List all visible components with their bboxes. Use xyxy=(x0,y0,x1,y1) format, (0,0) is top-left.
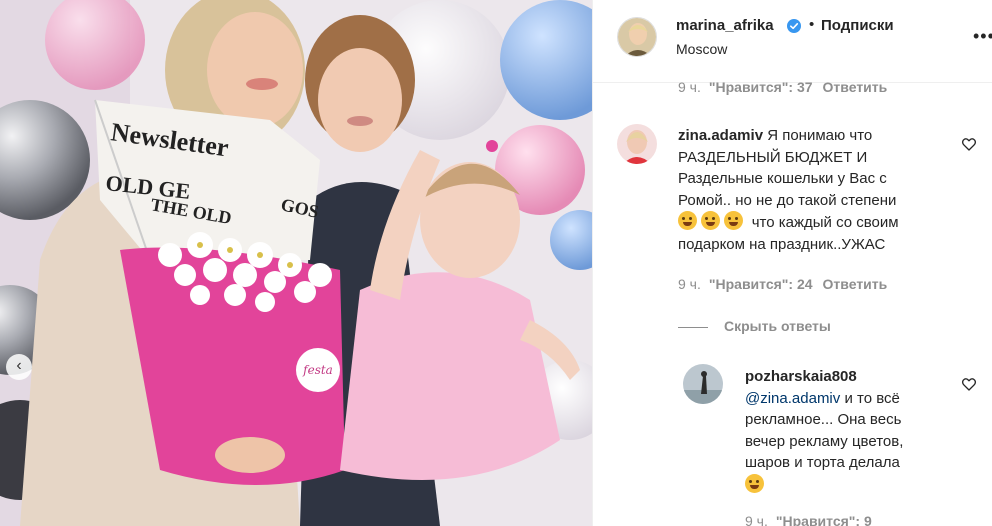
commenter-avatar[interactable] xyxy=(617,124,657,164)
replier-username[interactable]: pozharskaia808 xyxy=(745,368,857,385)
baby-dress xyxy=(340,272,560,480)
comment-likes[interactable]: "Нравится": 24 xyxy=(709,276,813,292)
replier-avatar[interactable] xyxy=(683,364,723,404)
comment-time[interactable]: 9 ч. xyxy=(678,79,701,95)
reply-meta: 9 ч. "Нравится": 9 xyxy=(745,513,872,526)
author-username[interactable]: marina_afrika xyxy=(676,17,774,34)
comment-likes[interactable]: "Нравится": 37 xyxy=(709,79,813,95)
like-comment-heart-icon[interactable] xyxy=(961,136,977,152)
post-side-panel: marina_afrika • Подписки Moscow ••• 9 ч.… xyxy=(592,0,992,526)
tears-of-joy-emoji-icon xyxy=(678,211,697,230)
comment-meta: 9 ч. "Нравится": 24 Ответить xyxy=(678,276,887,292)
festa-logo: festa xyxy=(302,363,333,377)
verified-badge-icon xyxy=(787,19,801,33)
commenter-username[interactable]: zina.adamiv xyxy=(678,127,763,144)
photo-illustration: Newsletter OLD GE THE OLD GOS festa xyxy=(0,0,592,526)
hide-replies-button[interactable]: Скрыть ответы xyxy=(678,318,831,334)
author-avatar[interactable] xyxy=(617,17,657,57)
post-photo: Newsletter OLD GE THE OLD GOS festa ‹ xyxy=(0,0,592,526)
reply-button[interactable]: Ответить xyxy=(823,79,888,95)
like-reply-heart-icon[interactable] xyxy=(961,376,977,392)
mention-link[interactable]: @zina.adamiv xyxy=(745,390,840,407)
tears-of-joy-emoji-icon xyxy=(701,211,721,230)
reply-button[interactable]: Ответить xyxy=(823,276,888,292)
reply-likes[interactable]: "Нравится": 9 xyxy=(776,513,872,526)
post-location[interactable]: Moscow xyxy=(676,41,727,57)
comment-meta: 9 ч. "Нравится": 37 Ответить xyxy=(678,79,887,95)
previous-photo-button[interactable]: ‹ xyxy=(6,354,32,380)
rolling-laughing-emoji-icon xyxy=(745,473,764,493)
header-separator: • xyxy=(809,16,815,33)
more-options-icon[interactable]: ••• xyxy=(973,26,992,47)
following-button[interactable]: Подписки xyxy=(821,17,894,34)
tears-of-joy-emoji-icon xyxy=(724,211,744,230)
reply-time[interactable]: 9 ч. xyxy=(745,513,768,526)
post-header: marina_afrika • Подписки Moscow ••• xyxy=(593,0,992,83)
comment-time[interactable]: 9 ч. xyxy=(678,276,701,292)
comment-body: zina.adamiv Я понимаю что РАЗДЕЛЬНЫЙ БЮД… xyxy=(678,127,899,253)
hide-replies-line xyxy=(678,326,708,328)
reply-body: pozharskaia808 @zina.adamiv и то всё рек… xyxy=(745,366,965,496)
